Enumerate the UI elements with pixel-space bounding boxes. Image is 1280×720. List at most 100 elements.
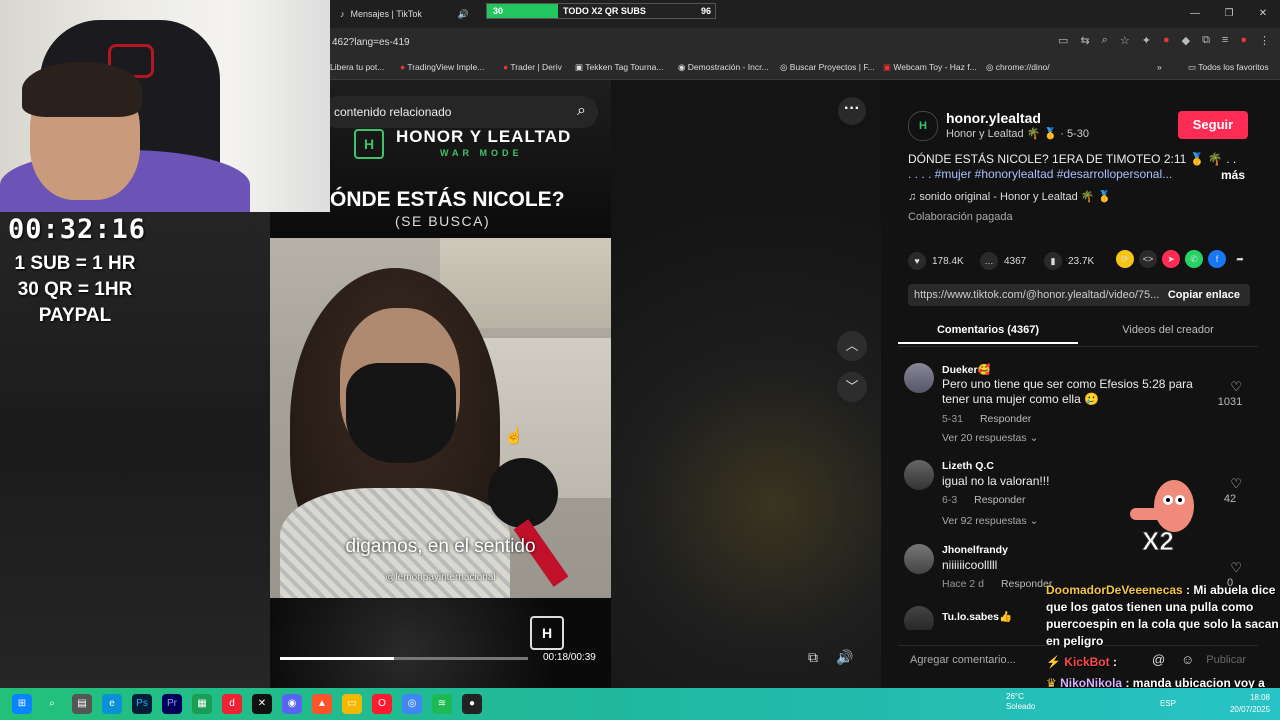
- sound-link[interactable]: ♫ sonido original - Honor y Lealtad 🌴 🥇: [908, 190, 1111, 203]
- chrome-icon[interactable]: ◎: [402, 694, 422, 714]
- comment-user[interactable]: Tu.lo.sabes👍: [942, 610, 1012, 623]
- extension-icon-2[interactable]: ◆: [1182, 34, 1190, 47]
- subs-goal-label: TODO X2 QR SUBS: [563, 6, 646, 16]
- comment-user[interactable]: Lizeth Q.C: [942, 460, 994, 472]
- like-stat[interactable]: ♥ 178.4K: [908, 252, 964, 270]
- avatar[interactable]: [904, 544, 934, 574]
- bookmark-item[interactable]: ● TradingView Imple...: [400, 62, 484, 72]
- creator-name[interactable]: honor.ylealtad: [946, 110, 1041, 126]
- share-arrow-icon[interactable]: ➦: [1231, 250, 1249, 268]
- previous-video-icon[interactable]: ︿: [837, 331, 867, 361]
- bookmark-item[interactable]: ◎ Buscar Proyectos | F...: [780, 62, 875, 73]
- premiere-icon[interactable]: Pr: [162, 694, 182, 714]
- language-indicator[interactable]: ESP: [1160, 699, 1176, 708]
- close-icon[interactable]: ✕: [1246, 0, 1280, 28]
- save-stat[interactable]: ▮ 23.7K: [1044, 252, 1094, 270]
- reply-button[interactable]: Responder: [974, 494, 1025, 506]
- tab-creator-videos[interactable]: Videos del creador: [1078, 318, 1258, 342]
- pip-icon[interactable]: ⧉: [808, 649, 818, 666]
- avatar[interactable]: [904, 460, 934, 490]
- embed-icon[interactable]: <>: [1139, 250, 1157, 268]
- system-clock[interactable]: 18:08 20/07/2025: [1230, 692, 1270, 716]
- view-replies[interactable]: Ver 92 respuestas ⌄: [942, 515, 1038, 527]
- explorer-icon[interactable]: ▭: [342, 694, 362, 714]
- bookmark-item[interactable]: Libera tu pot...: [330, 62, 384, 72]
- description-hashtags[interactable]: . . . . #mujer #honorylealtad #desarroll…: [908, 167, 1238, 182]
- opera-icon[interactable]: O: [372, 694, 392, 714]
- search-icon[interactable]: ⌕: [577, 102, 586, 120]
- creator-avatar[interactable]: H: [908, 111, 938, 141]
- folder-app-icon[interactable]: ▤: [72, 694, 92, 714]
- discord-icon[interactable]: ◉: [282, 694, 302, 714]
- windows-start-icon[interactable]: ⊞: [12, 694, 32, 714]
- view-replies[interactable]: Ver 20 respuestas ⌄: [942, 432, 1038, 444]
- comment-heart-icon[interactable]: ♡: [1230, 476, 1242, 492]
- zoom-icon[interactable]: ⌕: [1102, 34, 1108, 47]
- comment-icon: …: [980, 252, 998, 270]
- comment-stat[interactable]: … 4367: [980, 252, 1026, 270]
- copy-link-button[interactable]: Copiar enlace: [1168, 289, 1240, 301]
- capcut-icon[interactable]: ✕: [252, 694, 272, 714]
- browser-tab[interactable]: ♪ Mensajes | TikTok 🔊: [340, 4, 480, 24]
- weather-desc: Soleado: [1006, 702, 1036, 711]
- photoshop-icon[interactable]: Ps: [132, 694, 152, 714]
- next-video-icon[interactable]: ﹀: [837, 372, 867, 402]
- url-text[interactable]: 462?lang=es-419: [332, 37, 410, 48]
- obs-icon[interactable]: ●: [462, 694, 482, 714]
- bookmark-item[interactable]: ▣ Webcam Toy - Haz f...: [883, 62, 977, 73]
- comment-user[interactable]: Dueker🥰: [942, 363, 991, 376]
- profile-avatar[interactable]: ●: [1240, 34, 1247, 47]
- bookmark-label: Webcam Toy - Haz f...: [893, 62, 977, 72]
- clock-date: 20/07/2025: [1229, 705, 1270, 714]
- bookmark-item[interactable]: ▭ Todos los favoritos: [1188, 62, 1269, 73]
- menu-list-icon[interactable]: ≡: [1222, 34, 1228, 47]
- facebook-icon[interactable]: f: [1208, 250, 1226, 268]
- whatsapp-icon[interactable]: ✆: [1185, 250, 1203, 268]
- chat-user: KickBot: [1064, 655, 1110, 669]
- weather-widget[interactable]: 26°C Soleado: [1006, 692, 1035, 712]
- comment-input[interactable]: Agregar comentario...: [910, 654, 1016, 666]
- weather-temp: 26°C: [1006, 692, 1024, 701]
- windows-taskbar: ⊞ ⌕ ▤ e Ps Pr ▦ d ✕ ◉ ▲ ▭ O ◎ ≋ ● 26°C S…: [0, 688, 1280, 720]
- bookmark-item[interactable]: ▣ Tekken Tag Tourna...: [575, 62, 663, 73]
- puzzle-icon[interactable]: ⧉: [1202, 34, 1210, 47]
- cast-icon[interactable]: ▭: [1058, 34, 1068, 47]
- more-link[interactable]: más: [1221, 168, 1245, 182]
- extension-icon[interactable]: ✦: [1142, 34, 1151, 47]
- avatar[interactable]: [904, 606, 934, 630]
- search-icon[interactable]: ⌕: [42, 694, 62, 714]
- bookmarks-overflow-icon[interactable]: »: [1157, 62, 1162, 72]
- reply-button[interactable]: Responder: [980, 413, 1031, 425]
- extension-red-icon[interactable]: ●: [1163, 34, 1170, 47]
- x2-character-sticker: X2: [1130, 480, 1194, 550]
- bookmark-star-icon[interactable]: ☆: [1120, 34, 1130, 47]
- brave-icon[interactable]: ▲: [312, 694, 332, 714]
- related-search-bar[interactable]: contenido relacionado ⌕: [322, 96, 598, 128]
- tab-title: Mensajes | TikTok: [350, 9, 422, 19]
- comment-heart-icon[interactable]: ♡: [1230, 560, 1242, 576]
- like-count: 178.4K: [932, 255, 964, 267]
- send-icon[interactable]: ➤: [1162, 250, 1180, 268]
- follow-button[interactable]: Seguir: [1178, 111, 1248, 139]
- comment-user[interactable]: Jhonelfrandy: [942, 544, 1008, 556]
- tab-comments[interactable]: Comentarios (4367): [898, 318, 1078, 344]
- audio-icon[interactable]: 🔊: [458, 9, 469, 20]
- reply-button[interactable]: Responder: [1001, 578, 1052, 590]
- bookmark-item[interactable]: ◉ Demostración - Incr...: [678, 62, 769, 73]
- translate-icon[interactable]: ⇆: [1080, 34, 1089, 47]
- store-icon[interactable]: ▦: [192, 694, 212, 714]
- kebab-menu-icon[interactable]: ⋮: [1259, 34, 1270, 47]
- bookmark-item[interactable]: ● Trader | Deriv: [503, 62, 562, 72]
- repost-icon[interactable]: ⟳: [1116, 250, 1134, 268]
- minimize-icon[interactable]: —: [1178, 0, 1212, 28]
- deriv-app-icon[interactable]: d: [222, 694, 242, 714]
- more-options-icon[interactable]: ···: [838, 97, 866, 125]
- restore-icon[interactable]: ❐: [1212, 0, 1246, 28]
- bookmark-item[interactable]: ◎ chrome://dino/: [986, 62, 1050, 73]
- share-link-url[interactable]: https://www.tiktok.com/@honor.ylealtad/v…: [914, 289, 1159, 301]
- volume-icon[interactable]: 🔊: [836, 649, 853, 666]
- edge-icon[interactable]: e: [102, 694, 122, 714]
- comment-heart-icon[interactable]: ♡: [1230, 379, 1242, 395]
- spotify-icon[interactable]: ≋: [432, 694, 452, 714]
- avatar[interactable]: [904, 363, 934, 393]
